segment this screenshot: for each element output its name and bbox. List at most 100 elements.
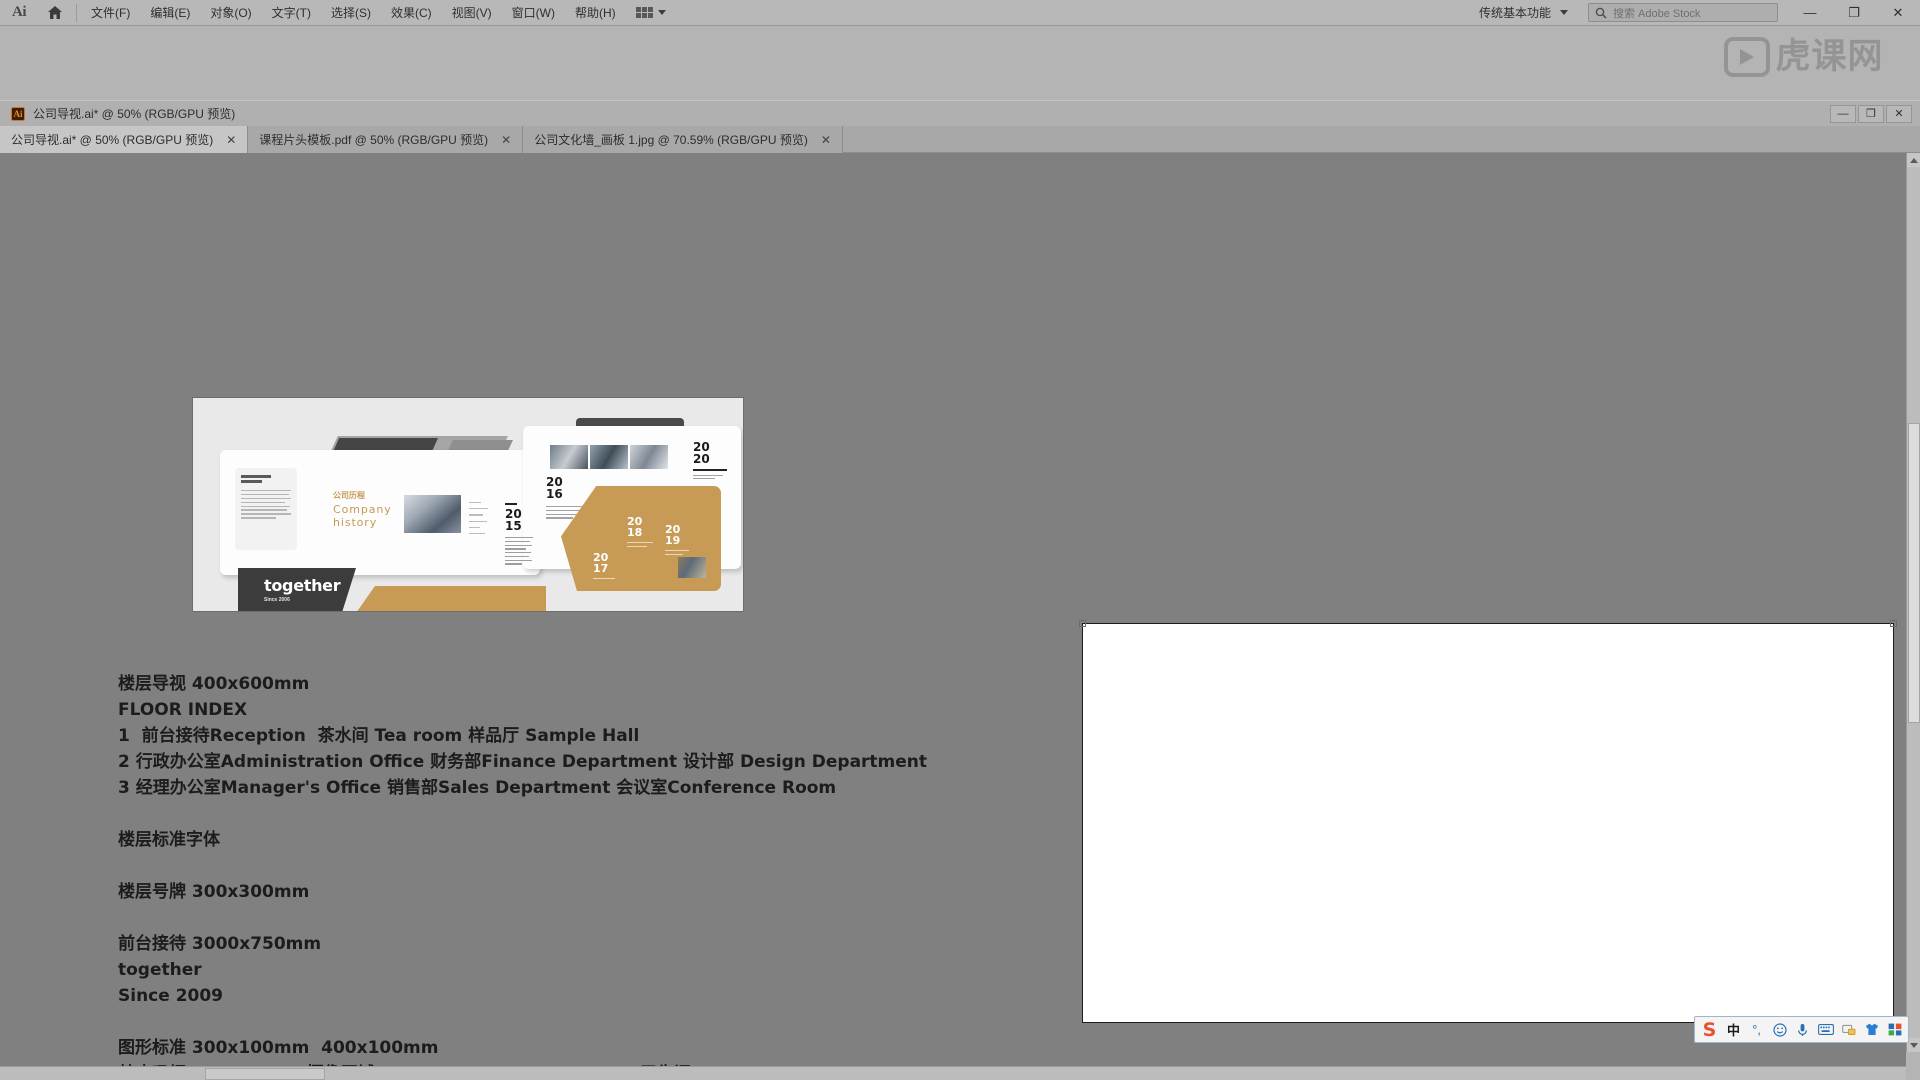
stock-search-field[interactable]: 搜索 Adobe Stock: [1588, 3, 1778, 22]
document-minimize-button[interactable]: —: [1830, 104, 1856, 123]
menu-item-effect[interactable]: 效果(C): [381, 0, 442, 26]
text-line-09: 楼层号牌 300x300mm: [118, 882, 310, 902]
year-2016-label: 20 16: [546, 475, 563, 501]
text-line-04: 2 行政办公室Administration Office 财务部Finance …: [118, 752, 928, 772]
year-2019-label: 20 19: [665, 523, 681, 547]
play-badge-icon: [1724, 37, 1771, 77]
chevron-up-icon: [1910, 157, 1918, 163]
artboard-text-block[interactable]: 楼层导视 400x600mm FLOOR INDEX 1 前台接待Reception…: [118, 671, 927, 1066]
document-restore-button[interactable]: ❐: [1858, 104, 1884, 123]
close-icon[interactable]: ✕: [226, 134, 236, 146]
ime-screenshot-button[interactable]: [1838, 1018, 1859, 1041]
chevron-down-icon: [1560, 10, 1568, 15]
illustrator-logo: Ai: [12, 4, 27, 20]
search-icon: [1595, 7, 1607, 19]
tab-label: 公司文化墙_画板 1.jpg @ 70.59% (RGB/GPU 预览): [534, 133, 808, 147]
menu-item-file[interactable]: 文件(F): [81, 0, 140, 26]
app-restore-button[interactable]: ❐: [1832, 0, 1876, 26]
text-line-15: 图形标准 300x100mm 400x100mm: [118, 1038, 439, 1058]
document-close-button[interactable]: ✕: [1886, 104, 1912, 123]
ime-skin-button[interactable]: [1861, 1018, 1882, 1041]
tab-kechengpiantou[interactable]: 课程片头模板.pdf @ 50% (RGB/GPU 预览) ✕: [248, 126, 524, 153]
document-title: 公司导视.ai* @ 50% (RGB/GPU 预览): [33, 107, 236, 121]
wall-photo-1: [550, 445, 588, 469]
year-2020-label: 20 20: [693, 440, 710, 466]
menu-item-select[interactable]: 选择(S): [321, 0, 381, 26]
horizontal-scroll-thumb[interactable]: [205, 1068, 325, 1080]
menu-item-type[interactable]: 文字(T): [262, 0, 321, 26]
tab-gongsidaoshi[interactable]: 公司导视.ai* @ 50% (RGB/GPU 预览) ✕: [0, 126, 249, 153]
text-line-13: Since 2009: [118, 986, 224, 1006]
sogou-logo-icon[interactable]: S: [1698, 1018, 1721, 1041]
ime-punctuation-button[interactable]: °,: [1746, 1018, 1767, 1041]
text-line-01: 楼层导视 400x600mm: [118, 674, 310, 694]
app-minimize-button[interactable]: —: [1788, 0, 1832, 26]
menu-item-edit[interactable]: 编辑(E): [140, 0, 200, 26]
stock-search-placeholder: 搜索 Adobe Stock: [1613, 7, 1701, 20]
watermark-text: 虎课网: [1775, 36, 1884, 77]
wall-timeline-dots: [469, 502, 489, 539]
ai-document-icon: Ai: [11, 106, 25, 121]
ime-emoji-button[interactable]: [1769, 1018, 1790, 1041]
sogou-ime-toolbar[interactable]: S 中 °,: [1694, 1016, 1909, 1043]
arrange-documents-button[interactable]: [626, 0, 676, 26]
wall-company-history-title: 公司历程 Company history: [333, 490, 403, 529]
text-line-10: [118, 905, 927, 931]
document-title-bar: Ai 公司导视.ai* @ 50% (RGB/GPU 预览) — ❐ ✕: [0, 100, 1920, 126]
text-line-06: [118, 801, 927, 827]
text-line-02: FLOOR INDEX: [118, 700, 248, 720]
menu-item-object[interactable]: 对象(O): [200, 0, 261, 26]
artboard-handle-tr[interactable]: [1890, 620, 1897, 627]
year-2015-label: 20 15: [505, 507, 522, 533]
wall-year-2020: 20 20: [693, 441, 727, 482]
wall-hexagon-photo: [678, 557, 706, 578]
ime-voice-input-button[interactable]: [1792, 1018, 1813, 1041]
tab-label: 公司导视.ai* @ 50% (RGB/GPU 预览): [11, 133, 214, 147]
year-2018-label: 20 18: [627, 515, 643, 539]
close-icon[interactable]: ✕: [821, 134, 831, 146]
text-line-08: [118, 853, 927, 879]
menu-item-view[interactable]: 视图(V): [442, 0, 502, 26]
together-since: Since 2006: [264, 597, 290, 603]
tab-gongsiwenhuaqiang[interactable]: 公司文化墙_画板 1.jpg @ 70.59% (RGB/GPU 预览) ✕: [523, 126, 843, 153]
artboard-secondary[interactable]: [1079, 620, 1897, 1023]
artboard-canvas[interactable]: together Since 2006 公司历程 Company history: [0, 153, 1906, 1066]
year-2017-label: 20 17: [593, 551, 609, 575]
wall-year-2015: 20 15: [505, 503, 533, 567]
scroll-up-button[interactable]: [1907, 153, 1920, 167]
menu-item-help[interactable]: 帮助(H): [565, 0, 626, 26]
wall-photo-3: [630, 445, 668, 469]
chevron-down-icon: [1910, 1042, 1918, 1048]
wall-photo-row: [550, 445, 668, 469]
ime-toolbox-button[interactable]: [1884, 1018, 1905, 1041]
home-icon[interactable]: [38, 0, 72, 26]
document-window-controls: — ❐ ✕: [1830, 104, 1920, 123]
vertical-scroll-thumb[interactable]: [1908, 423, 1920, 723]
app-close-button[interactable]: ✕: [1876, 0, 1920, 26]
culture-wall-artwork[interactable]: together Since 2006 公司历程 Company history: [192, 397, 744, 612]
text-line-07: 楼层标准字体: [118, 830, 220, 850]
menu-item-window[interactable]: 窗口(W): [502, 0, 565, 26]
grid-icon: [635, 7, 653, 18]
chevron-down-icon: [657, 10, 666, 15]
workspace-switcher[interactable]: 传统基本功能: [1469, 4, 1578, 21]
text-line-12: together: [118, 960, 202, 980]
history-title-en-2: history: [333, 516, 378, 529]
history-title-cn: 公司历程: [333, 491, 365, 500]
wall-intro-card: [235, 468, 297, 550]
ime-soft-keyboard-button[interactable]: [1815, 1018, 1836, 1041]
ime-language-mode-button[interactable]: 中: [1723, 1018, 1744, 1041]
menu-bar: Ai 文件(F) 编辑(E) 对象(O) 文字(T) 选择(S) 效果(C) 视…: [0, 0, 1920, 26]
menu-divider: [76, 3, 77, 22]
close-icon[interactable]: ✕: [501, 134, 511, 146]
text-line-14: [118, 1009, 927, 1035]
play-triangle-icon: [1740, 49, 1755, 65]
menu-bar-right: 传统基本功能 搜索 Adobe Stock — ❐ ✕: [1469, 0, 1920, 26]
artboard-handle-tl[interactable]: [1079, 620, 1086, 627]
together-word: together: [264, 576, 341, 595]
text-line-11: 前台接待 3000x750mm: [118, 934, 322, 954]
huke-watermark: 虎课网: [1688, 26, 1920, 88]
horizontal-scrollbar[interactable]: [0, 1066, 1906, 1080]
wall-gold-bottom-bar: [356, 586, 546, 611]
vertical-scrollbar[interactable]: [1906, 153, 1920, 1052]
